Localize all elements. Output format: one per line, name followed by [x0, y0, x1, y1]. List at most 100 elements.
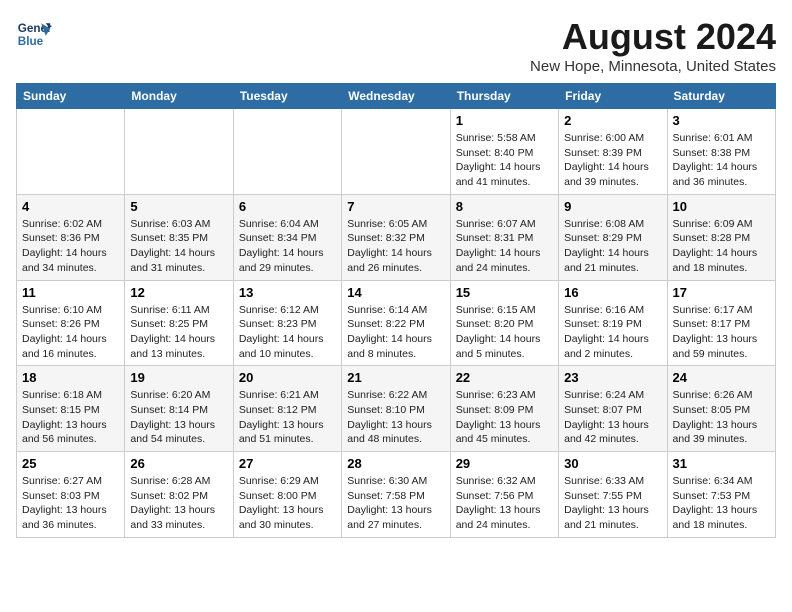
day-number: 17 [673, 285, 770, 300]
day-cell: 10Sunrise: 6:09 AM Sunset: 8:28 PM Dayli… [667, 194, 775, 280]
day-info: Sunrise: 6:04 AM Sunset: 8:34 PM Dayligh… [239, 217, 336, 276]
day-number: 20 [239, 370, 336, 385]
header-cell-wednesday: Wednesday [342, 84, 450, 109]
day-info: Sunrise: 6:03 AM Sunset: 8:35 PM Dayligh… [130, 217, 227, 276]
day-info: Sunrise: 6:22 AM Sunset: 8:10 PM Dayligh… [347, 388, 444, 447]
header-cell-thursday: Thursday [450, 84, 558, 109]
day-cell: 5 Sunrise: 6:03 AM Sunset: 8:35 PM Daylig… [125, 194, 233, 280]
day-cell: 14 Sunrise: 6:14 AM Sunset: 8:22 PM Dayli… [342, 280, 450, 366]
day-number: 3 [673, 113, 770, 128]
day-number: 4 [22, 199, 119, 214]
svg-text:Blue: Blue [18, 35, 44, 48]
day-cell [342, 109, 450, 195]
day-number: 23 [564, 370, 661, 385]
header-cell-monday: Monday [125, 84, 233, 109]
day-info: Sunrise: 6:30 AM Sunset: 7:58 PM Dayligh… [347, 474, 444, 533]
day-cell: 12Sunrise: 6:11 AM Sunset: 8:25 PM Dayli… [125, 280, 233, 366]
day-number: 8 [456, 199, 553, 214]
day-cell: 29Sunrise: 6:32 AM Sunset: 7:56 PM Dayli… [450, 452, 558, 538]
day-number: 18 [22, 370, 119, 385]
day-cell: 26 Sunrise: 6:28 AM Sunset: 8:02 PM Dayli… [125, 452, 233, 538]
day-cell: 21 Sunrise: 6:22 AM Sunset: 8:10 PM Dayli… [342, 366, 450, 452]
day-number: 31 [673, 456, 770, 471]
day-cell [233, 109, 341, 195]
day-cell: 11 Sunrise: 6:10 AM Sunset: 8:26 PM Dayli… [17, 280, 125, 366]
day-info: Sunrise: 6:10 AM Sunset: 8:26 PM Dayligh… [22, 303, 119, 362]
day-number: 15 [456, 285, 553, 300]
day-info: Sunrise: 6:05 AM Sunset: 8:32 PM Dayligh… [347, 217, 444, 276]
week-row-1: 1 Sunrise: 5:58 AM Sunset: 8:40 PM Daylig… [17, 109, 776, 195]
day-info: Sunrise: 6:32 AM Sunset: 7:56 PM Dayligh… [456, 474, 553, 533]
day-cell: 30 Sunrise: 6:33 AM Sunset: 7:55 PM Dayli… [559, 452, 667, 538]
day-cell: 31 Sunrise: 6:34 AM Sunset: 7:53 PM Dayli… [667, 452, 775, 538]
week-row-4: 18 Sunrise: 6:18 AM Sunset: 8:15 PM Dayli… [17, 366, 776, 452]
day-info: Sunrise: 6:26 AM Sunset: 8:05 PM Dayligh… [673, 388, 770, 447]
day-cell: 7Sunrise: 6:05 AM Sunset: 8:32 PM Daylig… [342, 194, 450, 280]
day-info: Sunrise: 6:09 AM Sunset: 8:28 PM Dayligh… [673, 217, 770, 276]
day-number: 25 [22, 456, 119, 471]
day-number: 24 [673, 370, 770, 385]
day-cell: 23 Sunrise: 6:24 AM Sunset: 8:07 PM Dayli… [559, 366, 667, 452]
day-cell: 27Sunrise: 6:29 AM Sunset: 8:00 PM Dayli… [233, 452, 341, 538]
day-cell: 28 Sunrise: 6:30 AM Sunset: 7:58 PM Dayli… [342, 452, 450, 538]
day-number: 5 [130, 199, 227, 214]
day-info: Sunrise: 6:24 AM Sunset: 8:07 PM Dayligh… [564, 388, 661, 447]
day-cell [125, 109, 233, 195]
day-info: Sunrise: 6:00 AM Sunset: 8:39 PM Dayligh… [564, 131, 661, 190]
day-info: Sunrise: 6:20 AM Sunset: 8:14 PM Dayligh… [130, 388, 227, 447]
day-cell: 9Sunrise: 6:08 AM Sunset: 8:29 PM Daylig… [559, 194, 667, 280]
day-number: 12 [130, 285, 227, 300]
day-info: Sunrise: 6:17 AM Sunset: 8:17 PM Dayligh… [673, 303, 770, 362]
calendar-header-row: SundayMondayTuesdayWednesdayThursdayFrid… [17, 84, 776, 109]
day-cell: 22 Sunrise: 6:23 AM Sunset: 8:09 PM Dayli… [450, 366, 558, 452]
day-info: Sunrise: 5:58 AM Sunset: 8:40 PM Dayligh… [456, 131, 553, 190]
day-info: Sunrise: 6:18 AM Sunset: 8:15 PM Dayligh… [22, 388, 119, 447]
day-number: 28 [347, 456, 444, 471]
day-cell [17, 109, 125, 195]
day-number: 22 [456, 370, 553, 385]
logo: General Blue [16, 16, 52, 52]
day-info: Sunrise: 6:23 AM Sunset: 8:09 PM Dayligh… [456, 388, 553, 447]
day-info: Sunrise: 6:12 AM Sunset: 8:23 PM Dayligh… [239, 303, 336, 362]
day-cell: 20 Sunrise: 6:21 AM Sunset: 8:12 PM Dayli… [233, 366, 341, 452]
day-info: Sunrise: 6:01 AM Sunset: 8:38 PM Dayligh… [673, 131, 770, 190]
day-cell: 1 Sunrise: 5:58 AM Sunset: 8:40 PM Daylig… [450, 109, 558, 195]
day-cell: 6 Sunrise: 6:04 AM Sunset: 8:34 PM Daylig… [233, 194, 341, 280]
day-cell: 17 Sunrise: 6:17 AM Sunset: 8:17 PM Dayli… [667, 280, 775, 366]
header-cell-tuesday: Tuesday [233, 84, 341, 109]
day-info: Sunrise: 6:14 AM Sunset: 8:22 PM Dayligh… [347, 303, 444, 362]
day-info: Sunrise: 6:08 AM Sunset: 8:29 PM Dayligh… [564, 217, 661, 276]
day-cell: 19 Sunrise: 6:20 AM Sunset: 8:14 PM Dayli… [125, 366, 233, 452]
day-number: 16 [564, 285, 661, 300]
header-cell-friday: Friday [559, 84, 667, 109]
day-cell: 3 Sunrise: 6:01 AM Sunset: 8:38 PM Daylig… [667, 109, 775, 195]
day-info: Sunrise: 6:27 AM Sunset: 8:03 PM Dayligh… [22, 474, 119, 533]
day-number: 1 [456, 113, 553, 128]
day-number: 2 [564, 113, 661, 128]
day-cell: 13Sunrise: 6:12 AM Sunset: 8:23 PM Dayli… [233, 280, 341, 366]
day-info: Sunrise: 6:28 AM Sunset: 8:02 PM Dayligh… [130, 474, 227, 533]
day-number: 19 [130, 370, 227, 385]
day-cell: 2 Sunrise: 6:00 AM Sunset: 8:39 PM Daylig… [559, 109, 667, 195]
day-info: Sunrise: 6:34 AM Sunset: 7:53 PM Dayligh… [673, 474, 770, 533]
week-row-5: 25 Sunrise: 6:27 AM Sunset: 8:03 PM Dayli… [17, 452, 776, 538]
day-info: Sunrise: 6:07 AM Sunset: 8:31 PM Dayligh… [456, 217, 553, 276]
header-cell-saturday: Saturday [667, 84, 775, 109]
day-number: 11 [22, 285, 119, 300]
week-row-2: 4Sunrise: 6:02 AM Sunset: 8:36 PM Daylig… [17, 194, 776, 280]
day-number: 6 [239, 199, 336, 214]
day-info: Sunrise: 6:21 AM Sunset: 8:12 PM Dayligh… [239, 388, 336, 447]
calendar-table: SundayMondayTuesdayWednesdayThursdayFrid… [16, 83, 776, 538]
day-number: 30 [564, 456, 661, 471]
day-info: Sunrise: 6:33 AM Sunset: 7:55 PM Dayligh… [564, 474, 661, 533]
day-info: Sunrise: 6:29 AM Sunset: 8:00 PM Dayligh… [239, 474, 336, 533]
day-cell: 16Sunrise: 6:16 AM Sunset: 8:19 PM Dayli… [559, 280, 667, 366]
day-number: 14 [347, 285, 444, 300]
calendar-subtitle: New Hope, Minnesota, United States [530, 58, 776, 75]
week-row-3: 11 Sunrise: 6:10 AM Sunset: 8:26 PM Dayli… [17, 280, 776, 366]
day-cell: 24 Sunrise: 6:26 AM Sunset: 8:05 PM Dayli… [667, 366, 775, 452]
day-cell: 25 Sunrise: 6:27 AM Sunset: 8:03 PM Dayli… [17, 452, 125, 538]
day-cell: 8 Sunrise: 6:07 AM Sunset: 8:31 PM Daylig… [450, 194, 558, 280]
day-number: 26 [130, 456, 227, 471]
day-number: 21 [347, 370, 444, 385]
